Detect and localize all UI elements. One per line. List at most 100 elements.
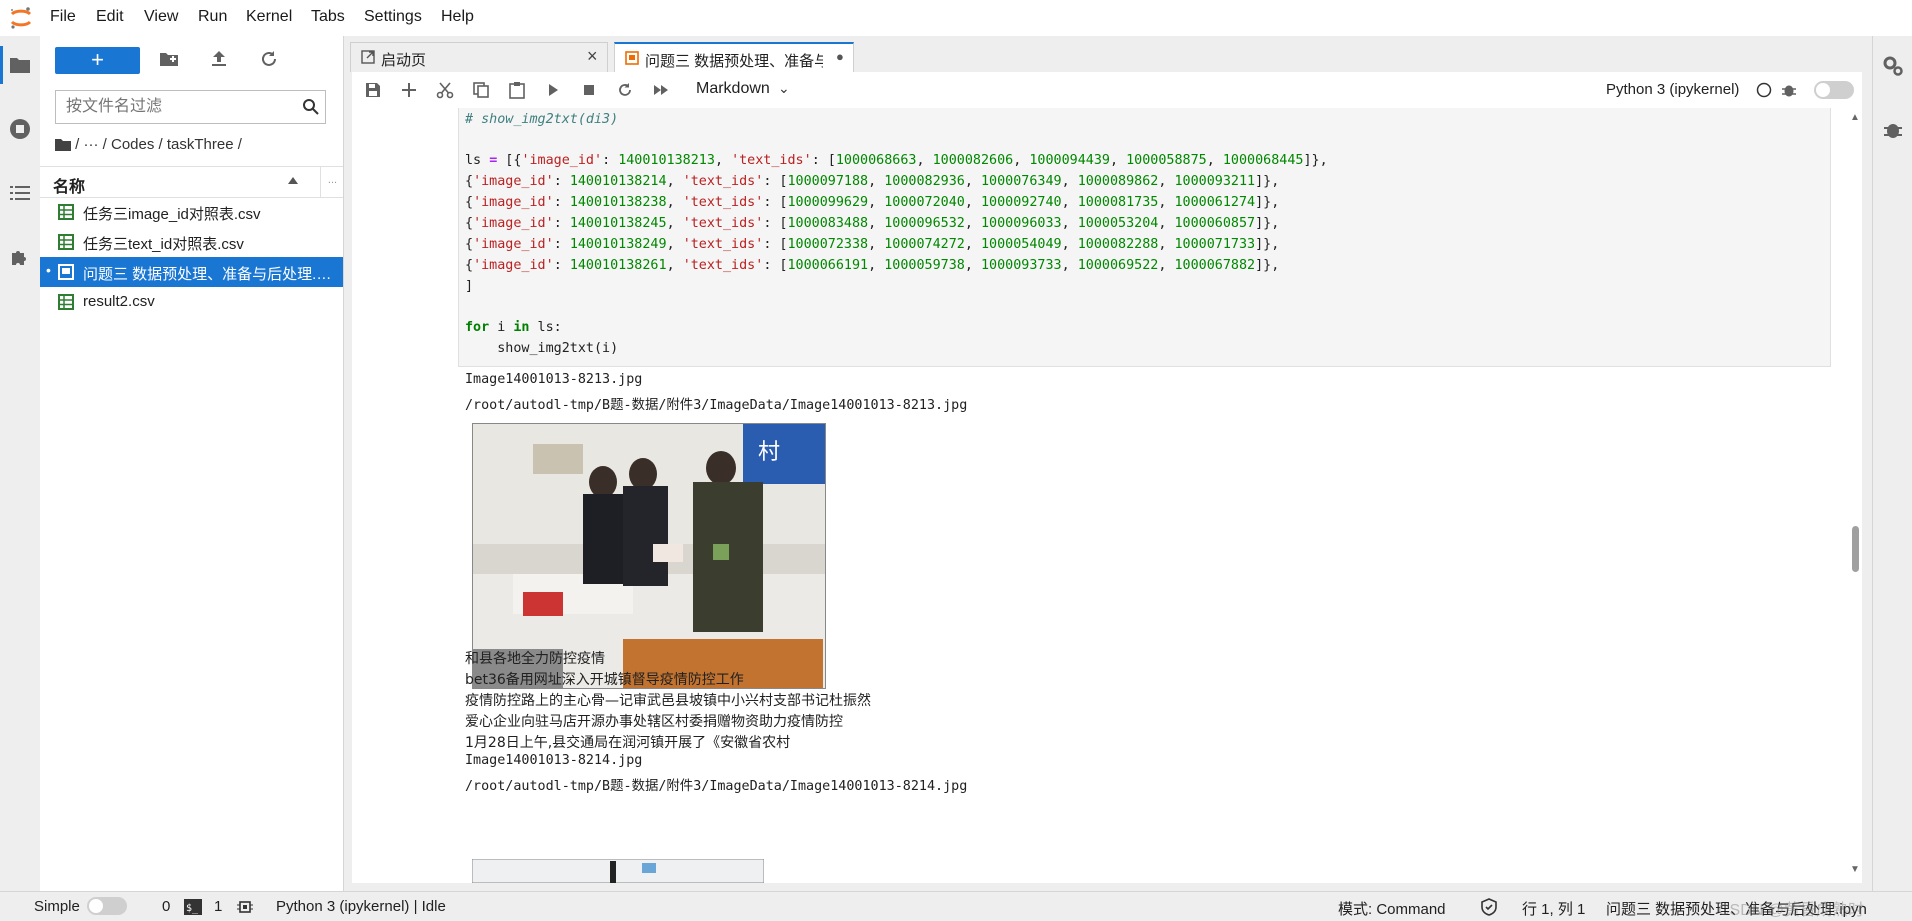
terminal-icon[interactable]: $_ bbox=[184, 899, 202, 915]
code-line[interactable]: {'image_id': 140010138214, 'text_ids': [… bbox=[465, 174, 1279, 189]
column-modified-header[interactable]: ... bbox=[320, 167, 344, 197]
cut-icon[interactable] bbox=[436, 81, 454, 99]
output-text-line: 爱心企业向驻马店开源办事处辖区村委捐赠物资助力疫情防控 bbox=[465, 714, 843, 730]
menu-bar: File Edit View Run Kernel Tabs Settings … bbox=[0, 0, 1912, 37]
file-row-selected[interactable]: • 问题三 数据预处理、准备与后处理.ipynb bbox=[40, 257, 343, 287]
menu-tabs[interactable]: Tabs bbox=[311, 8, 345, 26]
debugger-bug-icon[interactable] bbox=[1780, 81, 1798, 99]
interrupt-kernel-icon[interactable] bbox=[580, 81, 598, 99]
chevron-down-icon[interactable]: ⌄ bbox=[778, 80, 790, 97]
unsaved-dot-icon[interactable]: ● bbox=[836, 49, 844, 64]
column-name-header[interactable]: 名称 bbox=[53, 173, 85, 197]
notebook-panel[interactable]: # show_img2txt(di3) ls = [{'image_id': 1… bbox=[352, 108, 1862, 883]
notebook-scrollbar[interactable]: ▲ ▼ bbox=[1850, 108, 1862, 883]
tab-close-icon[interactable]: × bbox=[587, 46, 598, 67]
csdn-watermark: CSDN @黄昏成熟时 bbox=[1718, 902, 1865, 919]
cursor-position[interactable]: 行 1, 列 1 bbox=[1522, 898, 1585, 919]
code-line[interactable]: {'image_id': 140010138245, 'text_ids': [… bbox=[465, 216, 1279, 231]
tab-label[interactable]: 启动页 bbox=[381, 49, 426, 70]
folder-icon[interactable] bbox=[8, 53, 32, 77]
menu-help[interactable]: Help bbox=[441, 8, 474, 26]
trusted-shield-icon[interactable] bbox=[1480, 898, 1498, 916]
simple-mode-toggle[interactable] bbox=[87, 897, 127, 915]
file-row[interactable]: 任务三image_id对照表.csv bbox=[40, 197, 343, 227]
code-line[interactable]: {'image_id': 140010138261, 'text_ids': [… bbox=[465, 258, 1279, 273]
code-line[interactable]: ] bbox=[465, 279, 473, 294]
jupyter-logo-icon bbox=[10, 7, 32, 29]
extension-puzzle-icon[interactable] bbox=[8, 245, 32, 269]
tab-label[interactable]: 问题三 数据预处理、准备与后 bbox=[645, 50, 823, 71]
launcher-icon bbox=[361, 50, 375, 64]
code-line[interactable]: for i in ls: bbox=[465, 320, 562, 335]
folder-home-icon[interactable] bbox=[55, 137, 71, 151]
refresh-icon[interactable] bbox=[258, 48, 280, 70]
scroll-up-arrow-icon[interactable]: ▲ bbox=[1850, 112, 1860, 123]
file-name[interactable]: 任务三text_id对照表.csv bbox=[83, 233, 333, 254]
output-text-line: 和县各地全力防控疫情 bbox=[465, 651, 605, 667]
kernel-status[interactable]: Python 3 (ipykernel) | Idle bbox=[276, 898, 446, 915]
code-line[interactable]: {'image_id': 140010138238, 'text_ids': [… bbox=[465, 195, 1279, 210]
output-filepath: /root/autodl-tmp/B题-数据/附件3/ImageData/Ima… bbox=[465, 398, 968, 413]
notebook-toolbar: Markdown ⌄ Python 3 (ipykernel) bbox=[352, 72, 1862, 109]
add-cell-icon[interactable] bbox=[400, 81, 418, 99]
output-filepath: /root/autodl-tmp/B题-数据/附件3/ImageData/Ima… bbox=[465, 779, 968, 794]
copy-icon[interactable] bbox=[472, 81, 490, 99]
menu-file[interactable]: File bbox=[50, 8, 76, 26]
tab-launcher[interactable]: 启动页 × bbox=[350, 42, 608, 72]
restart-kernel-icon[interactable] bbox=[616, 81, 634, 99]
table-of-contents-icon[interactable] bbox=[8, 181, 32, 205]
paste-icon[interactable] bbox=[508, 81, 526, 99]
run-all-icon[interactable] bbox=[652, 81, 670, 99]
code-line[interactable]: {'image_id': 140010138249, 'text_ids': [… bbox=[465, 237, 1279, 252]
svg-text:$_: $_ bbox=[186, 903, 199, 914]
kernel-idle-icon bbox=[1756, 82, 1772, 98]
run-cell-icon[interactable] bbox=[544, 81, 562, 99]
breadcrumb[interactable]: / ··· / Codes / taskThree / bbox=[55, 135, 242, 157]
right-sidebar-tabs bbox=[1872, 36, 1912, 891]
output-text-line: 1月28日上午,县交通局在润河镇开展了《安徽省农村 bbox=[465, 735, 791, 751]
running-sessions-icon[interactable] bbox=[8, 117, 32, 141]
menu-run[interactable]: Run bbox=[198, 8, 227, 26]
file-name[interactable]: 问题三 数据预处理、准备与后处理.ipynb bbox=[83, 263, 333, 284]
output-text-line: 疫情防控路上的主心骨—记审武邑县坡镇中小兴村支部书记杜振然 bbox=[465, 693, 871, 709]
new-launcher-button[interactable]: + bbox=[55, 47, 140, 74]
file-row[interactable]: 任务三text_id对照表.csv bbox=[40, 227, 343, 257]
code-comment-line[interactable]: # show_img2txt(di3) bbox=[465, 112, 618, 127]
kernel-chip-icon[interactable] bbox=[236, 898, 254, 916]
notebook-mode: 模式: Command bbox=[1338, 901, 1446, 918]
terminal-count[interactable]: 0 bbox=[162, 898, 170, 915]
file-filter-input[interactable] bbox=[55, 90, 326, 124]
menu-edit[interactable]: Edit bbox=[96, 8, 124, 26]
search-icon bbox=[303, 99, 319, 115]
property-inspector-gears-icon[interactable] bbox=[1881, 54, 1905, 78]
tab-notebook[interactable]: 问题三 数据预处理、准备与后 ● bbox=[614, 42, 854, 72]
kernel-count[interactable]: 1 bbox=[214, 898, 222, 915]
sort-ascending-icon[interactable] bbox=[288, 177, 298, 184]
cell-type-select[interactable]: Markdown bbox=[696, 80, 770, 98]
save-icon[interactable] bbox=[364, 81, 382, 99]
toggle-knob bbox=[89, 899, 103, 913]
code-line[interactable]: ls = [{'image_id': 140010138213, 'text_i… bbox=[465, 153, 1328, 168]
code-line[interactable]: show_img2txt(i) bbox=[465, 341, 618, 356]
menu-settings[interactable]: Settings bbox=[364, 8, 422, 26]
file-row[interactable]: result2.csv bbox=[40, 287, 343, 317]
notebook-icon bbox=[58, 264, 74, 280]
upload-icon[interactable] bbox=[208, 48, 230, 70]
file-name[interactable]: 任务三image_id对照表.csv bbox=[83, 203, 333, 224]
scrollbar-thumb[interactable] bbox=[1852, 526, 1859, 572]
debugger-toggle[interactable] bbox=[1814, 81, 1854, 99]
scroll-down-arrow-icon[interactable]: ▼ bbox=[1850, 864, 1860, 875]
file-browser-panel: + / ··· / Codes / taskThree / 名称 ... 任务三… bbox=[40, 36, 344, 891]
breadcrumb-path[interactable]: / ··· / Codes / taskThree / bbox=[75, 136, 242, 153]
menu-kernel[interactable]: Kernel bbox=[246, 8, 292, 26]
code-cell[interactable]: # show_img2txt(di3) ls = [{'image_id': 1… bbox=[458, 108, 1831, 367]
toggle-knob bbox=[1816, 83, 1830, 97]
notebook-icon bbox=[625, 51, 639, 65]
debugger-bug-icon[interactable] bbox=[1881, 118, 1905, 142]
kernel-name-button[interactable]: Python 3 (ipykernel) bbox=[1606, 81, 1739, 98]
menu-view[interactable]: View bbox=[144, 8, 178, 26]
new-folder-icon[interactable] bbox=[158, 48, 180, 70]
file-name[interactable]: result2.csv bbox=[83, 293, 333, 310]
spreadsheet-icon bbox=[58, 294, 74, 310]
document-tab-bar: 启动页 × 问题三 数据预处理、准备与后 ● bbox=[350, 36, 1872, 72]
